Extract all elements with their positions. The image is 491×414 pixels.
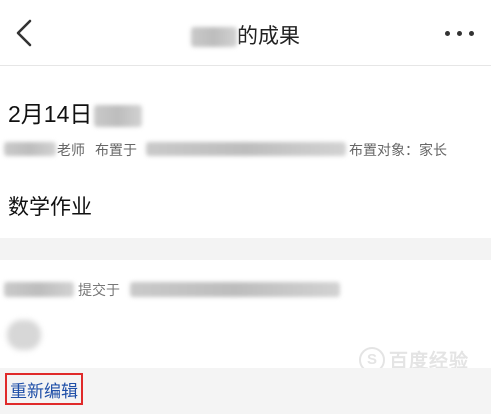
redacted-submit-time-blur (130, 282, 340, 297)
redacted-title-blur (94, 104, 143, 127)
more-options-button[interactable] (441, 26, 477, 40)
section-divider (0, 238, 491, 260)
more-horizontal-icon (444, 30, 450, 36)
teacher-label: 老师 (57, 142, 85, 158)
submitted-label: 提交于 (78, 282, 120, 298)
assigned-label: 布置于 (95, 142, 137, 158)
redacted-name-blur (191, 27, 237, 48)
assign-target-label: 布置对象：家长 (349, 142, 447, 158)
homework-content: 数学作业 (8, 196, 92, 219)
page-title: 的成果 (0, 20, 491, 50)
homework-title: 2月14日 (8, 95, 143, 129)
page-title-suffix: 的成果 (237, 25, 300, 48)
homework-date: 2月14日 (8, 101, 93, 127)
redacted-student-blur (4, 282, 74, 297)
submission-attachment-thumbnail[interactable] (7, 320, 41, 350)
re-edit-button[interactable]: 重新编辑 (5, 373, 83, 405)
redacted-teacher-blur (4, 142, 56, 156)
homework-meta-row: 老师 布置于 布置对象：家长 (0, 140, 491, 160)
submission-meta-row: 提交于 (0, 280, 491, 300)
redacted-time-blur (146, 142, 346, 156)
top-navigation-bar: 的成果 (0, 0, 491, 66)
